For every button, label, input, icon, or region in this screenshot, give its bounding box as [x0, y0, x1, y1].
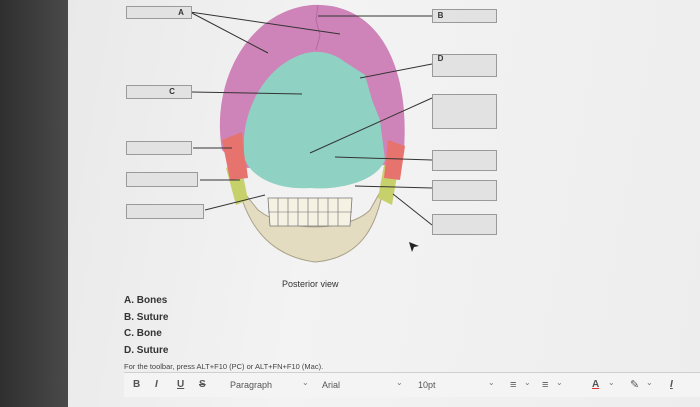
answer-list: A. Bones B. Suture C. Bone D. Suture [124, 293, 168, 359]
chevron-down-icon: ⌄ [608, 378, 615, 387]
figure-caption: Posterior view [282, 279, 339, 289]
answer-item: A. Bones [124, 295, 168, 306]
label-box-blank-4[interactable] [126, 172, 198, 187]
label-box-blank-1[interactable] [432, 94, 497, 129]
label-b: B [437, 11, 444, 20]
highlight-pen-icon[interactable]: ✎ [630, 379, 639, 391]
underline-button[interactable]: U [177, 379, 184, 391]
editor-toolbar: B I U S Paragraph ⌄ Arial ⌄ 10pt ⌄ ≡ ⌄ ≡… [124, 372, 700, 397]
chevron-down-icon: ⌄ [556, 378, 563, 387]
answer-item: C. Bone [124, 328, 162, 339]
skull-illustration [189, 4, 433, 263]
chevron-down-icon: ⌄ [396, 378, 403, 387]
answer-item: B. Suture [124, 311, 169, 323]
answer-item: D. Suture [124, 344, 169, 356]
numbered-list-icon[interactable]: ≡ [542, 379, 548, 391]
label-box-d[interactable]: D [432, 54, 497, 77]
clear-format-icon[interactable]: I [670, 379, 673, 391]
mouse-cursor [409, 242, 419, 252]
strikethrough-button[interactable]: S [199, 379, 206, 391]
label-d: D [437, 54, 444, 63]
toolbar-help-text: For the toolbar, press ALT+F10 (PC) or A… [124, 362, 324, 371]
bullet-list-icon[interactable]: ≡ [510, 379, 516, 391]
label-a: A [178, 8, 184, 17]
chevron-down-icon: ⌄ [302, 378, 309, 387]
label-box-blank-5[interactable] [432, 180, 497, 201]
italic-button[interactable]: I [155, 379, 158, 391]
label-box-b[interactable]: B [432, 9, 497, 23]
label-box-blank-2[interactable] [126, 141, 192, 155]
label-box-blank-6[interactable] [126, 204, 204, 219]
size-dropdown[interactable]: 10pt [418, 379, 436, 391]
font-dropdown[interactable]: Arial [322, 379, 340, 391]
skull-figure: A B D C [0, 0, 700, 300]
label-box-blank-7[interactable] [432, 214, 497, 235]
label-box-a[interactable]: A [126, 6, 192, 19]
label-box-c[interactable]: C [126, 85, 192, 99]
bold-button[interactable]: B [133, 379, 140, 391]
font-color-icon[interactable]: A [592, 379, 599, 391]
chevron-down-icon: ⌄ [488, 378, 495, 387]
chevron-down-icon: ⌄ [646, 378, 653, 387]
paragraph-dropdown[interactable]: Paragraph [230, 379, 272, 391]
chevron-down-icon: ⌄ [524, 378, 531, 387]
label-c: C [169, 87, 175, 96]
label-box-blank-3[interactable] [432, 150, 497, 171]
